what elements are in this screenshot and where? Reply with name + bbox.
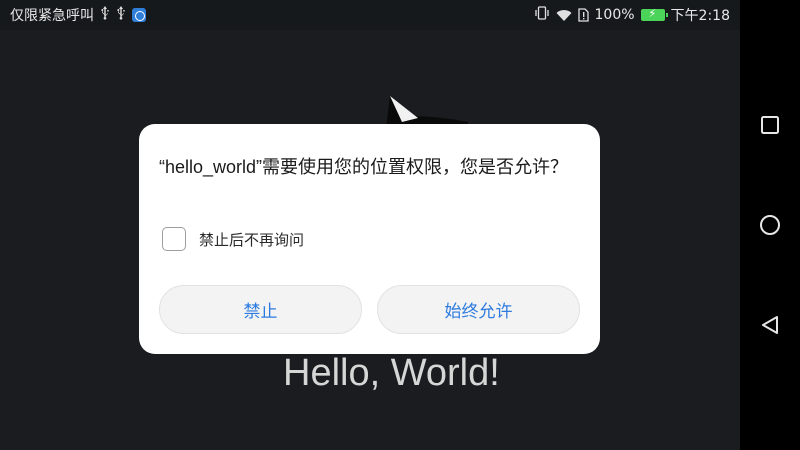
wifi-icon (556, 9, 572, 22)
home-button[interactable] (758, 213, 782, 237)
recents-button[interactable] (758, 113, 782, 137)
square-icon (761, 116, 779, 134)
battery-charging-icon: ⚡ (640, 7, 668, 21)
navigation-bar (740, 0, 800, 450)
clock: 下午2:18 (670, 8, 730, 24)
battery-percent: 100% (594, 7, 635, 23)
circle-icon (760, 215, 780, 235)
always-allow-button[interactable]: 始终允许 (377, 285, 580, 334)
usb-icon-2 (116, 6, 126, 24)
emergency-only-text: 仅限紧急呼叫 (10, 8, 94, 24)
status-right: 100% ⚡ 下午2:18 (534, 5, 730, 25)
status-bar: 仅限紧急呼叫 100% ⚡ 下午2:18 (0, 0, 740, 30)
back-button[interactable] (758, 313, 782, 337)
deny-button[interactable]: 禁止 (159, 285, 362, 334)
sim-alert-icon (577, 8, 589, 22)
dont-ask-again-label[interactable]: 禁止后不再询问 (199, 229, 304, 250)
location-permission-dialog: “hello_world”需要使用您的位置权限，您是否允许？ 禁止后不再询问 禁… (139, 124, 600, 354)
usb-icon (100, 6, 110, 24)
status-left: 仅限紧急呼叫 (10, 5, 146, 25)
app-notification-icon (132, 8, 146, 22)
dont-ask-again-row[interactable]: 禁止后不再询问 (162, 227, 304, 251)
hello-world-text: Hello, World! (283, 352, 500, 394)
dont-ask-again-checkbox[interactable] (162, 227, 186, 251)
vibrate-icon (534, 6, 550, 24)
device-screen: 仅限紧急呼叫 100% ⚡ 下午2:18 Hello, World! “hell… (0, 0, 740, 450)
dialog-message: “hello_world”需要使用您的位置权限，您是否允许？ (159, 157, 569, 177)
triangle-back-icon (762, 316, 778, 334)
